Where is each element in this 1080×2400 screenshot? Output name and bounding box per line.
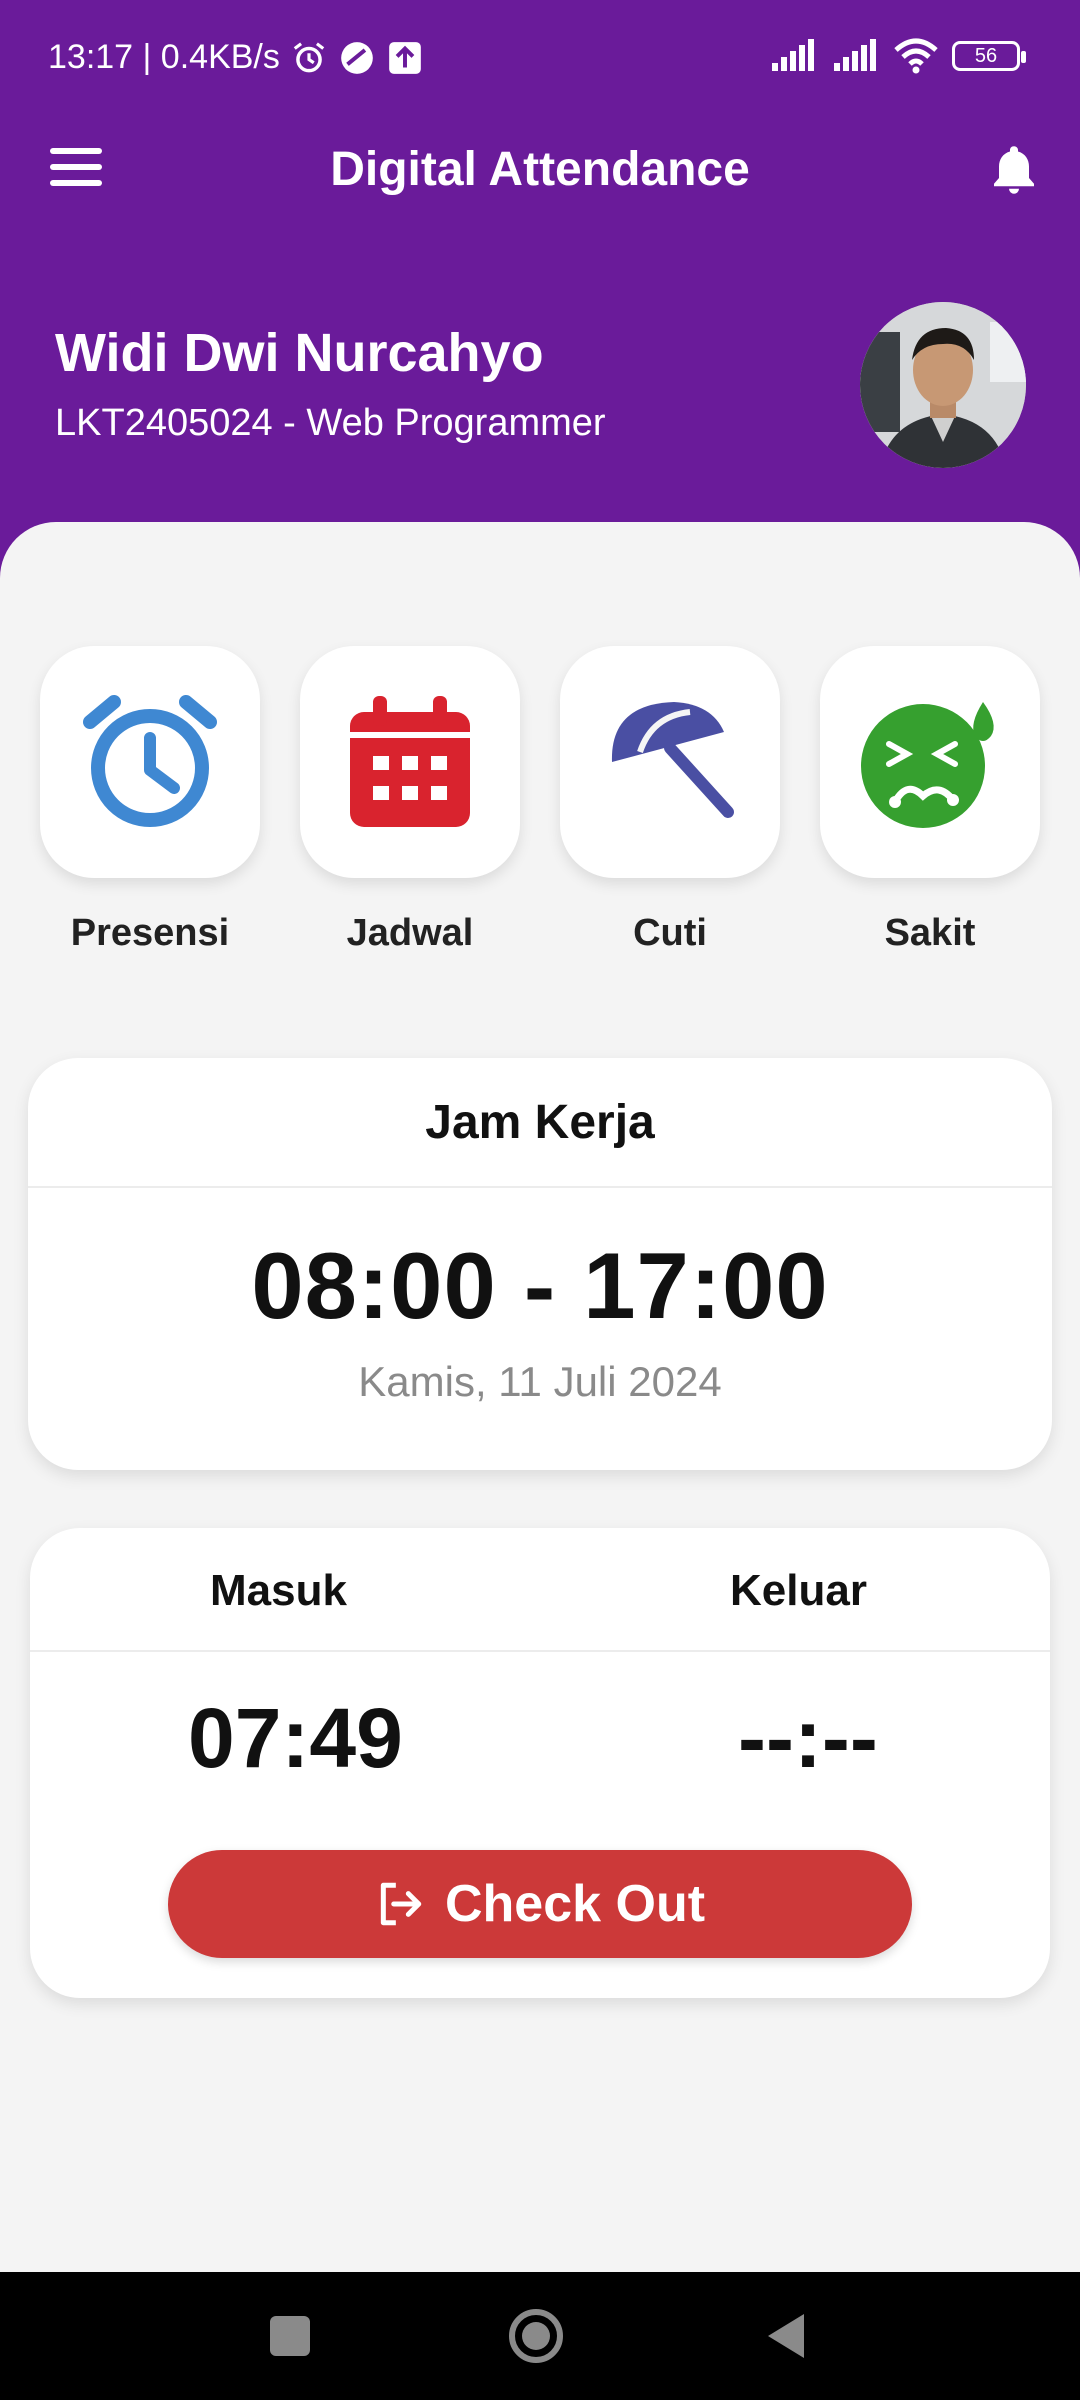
menu-label-sakit: Sakit [884, 912, 976, 954]
check-in-time: 07:49 [188, 1691, 403, 1785]
work-hours-card: Jam Kerja 08:00 - 17:00 Kamis, 11 Juli 2… [28, 1058, 1052, 1470]
status-left: 13:17 | 0.4KB/s [48, 38, 424, 77]
menu-item-sakit[interactable]: Sakit [820, 646, 1040, 955]
sick-face-icon [861, 702, 994, 828]
menu-tile-cuti[interactable] [560, 646, 780, 878]
calendar-icon [350, 696, 470, 827]
sync-status-icon [341, 41, 373, 74]
alarm-status-icon [293, 41, 325, 72]
menu-tile-presensi[interactable] [40, 646, 260, 878]
recents-icon[interactable] [260, 2306, 320, 2366]
umbrella-icon [611, 702, 734, 818]
status-right: 56 [770, 38, 1026, 74]
attendance-times: 07:49 --:-- [30, 1652, 1050, 1792]
work-hours-heading: Jam Kerja [28, 1058, 1052, 1188]
menu-label-cuti: Cuti [633, 912, 707, 954]
attendance-header: Masuk Keluar [30, 1528, 1050, 1652]
user-name: Widi Dwi Nurcahyo [55, 323, 544, 383]
app-title: Digital Attendance [330, 143, 750, 196]
work-hours-value: 08:00 - 17:00 [251, 1233, 829, 1338]
system-navigation-bar [0, 2272, 1080, 2400]
avatar[interactable] [860, 302, 1026, 468]
menu-tile-jadwal[interactable] [300, 646, 520, 878]
wifi-icon [894, 38, 938, 74]
signal-icon [772, 39, 814, 71]
status-bar: 13:17 | 0.4KB/s 56 [0, 0, 1080, 120]
work-date: Kamis, 11 Juli 2024 [358, 1358, 722, 1405]
app-bar: Digital Attendance [0, 120, 1080, 220]
menu-item-jadwal[interactable]: Jadwal [300, 646, 520, 955]
upload-status-icon [389, 41, 421, 74]
logout-icon [380, 1882, 422, 1926]
check-out-time: --:-- [738, 1691, 878, 1785]
home-icon[interactable] [506, 2306, 566, 2366]
check-out-label: Keluar [730, 1566, 867, 1615]
alarm-clock-icon [83, 695, 217, 827]
bell-icon[interactable] [984, 140, 1044, 200]
signal-icon-2 [834, 39, 876, 71]
avatar-photo [860, 302, 1026, 468]
attendance-card: Masuk Keluar 07:49 --:-- Check Out [30, 1528, 1050, 1998]
menu-item-cuti[interactable]: Cuti [560, 646, 780, 955]
check-in-label: Masuk [210, 1566, 347, 1615]
check-out-button-label: Check Out [444, 1875, 706, 1933]
battery-indicator: 56 [952, 41, 1026, 71]
check-out-button[interactable]: Check Out [168, 1850, 912, 1958]
menu-label-presensi: Presensi [70, 912, 230, 954]
user-subtitle: LKT2405024 - Web Programmer [55, 402, 606, 444]
status-time-speed: 13:17 | 0.4KB/s [48, 38, 280, 76]
menu-tile-sakit[interactable] [820, 646, 1040, 878]
back-icon[interactable] [756, 2306, 816, 2366]
menu-item-presensi[interactable]: Presensi [40, 646, 260, 955]
menu-label-jadwal: Jadwal [346, 912, 474, 954]
